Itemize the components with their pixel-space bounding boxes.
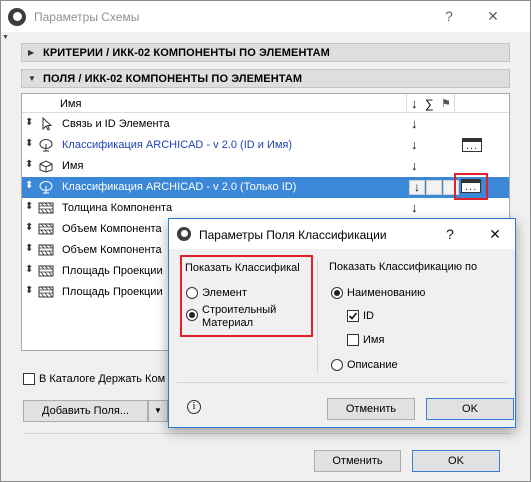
reorder-arrows-icon[interactable]: ⬍ [25, 201, 33, 212]
list-item[interactable]: ⬍ Имя ↓ [22, 156, 509, 177]
field-options-button[interactable]: ... [461, 179, 481, 193]
help-button[interactable]: ? [441, 8, 457, 24]
list-item-label: Классификация ARCHICAD - v 2.0 (ID и Имя… [62, 139, 293, 151]
info-icon[interactable]: i [187, 400, 201, 414]
add-fields-dropdown-button[interactable]: ▼ [148, 400, 168, 422]
reorder-arrows-icon[interactable]: ⬍ [25, 264, 33, 275]
building-material-radio[interactable] [186, 309, 198, 321]
description-radio[interactable] [331, 359, 343, 371]
close-button[interactable]: ✕ [485, 8, 501, 25]
add-fields-button[interactable]: Добавить Поля... [23, 400, 148, 422]
list-item-label: Объем Компонента [62, 244, 162, 256]
element-radio-label: Элемент [202, 287, 247, 299]
classification-field-dialog: Параметры Поля Классификации ? ✕ Показат… [168, 218, 516, 428]
list-item-label: Связь и ID Элемента [62, 118, 170, 130]
list-item-label: Площадь Проекции [62, 286, 163, 298]
building-material-radio-label: Строительный Материал [202, 304, 277, 329]
field-options-button[interactable]: ... [462, 138, 482, 152]
reorder-arrows-icon[interactable]: ⬍ [25, 180, 33, 191]
criteria-section-label: КРИТЕРИИ / ИКК-02 КОМПОНЕНТЫ ПО ЭЛЕМЕНТА… [43, 47, 330, 59]
title-bar: Параметры Схемы ? ✕ [1, 1, 530, 32]
divider [177, 382, 507, 383]
ok-button[interactable]: OK [412, 450, 500, 472]
sum-toggle[interactable] [426, 180, 442, 195]
keep-catalog-checkbox[interactable] [23, 373, 35, 385]
show-classification-group: Показать Классификаl Элемент Строительны… [180, 255, 313, 337]
sort-arrow-icon[interactable]: ↓ [411, 137, 418, 152]
resize-triangle-icon: ▼ [2, 34, 9, 41]
archicad-logo-icon [177, 227, 191, 241]
fields-section-header[interactable]: ▼ ПОЛЯ / ИКК-02 КОМПОНЕНТЫ ПО ЭЛЕМЕНТАМ [21, 69, 510, 88]
column-name-header: Имя [60, 98, 82, 110]
show-classification-heading: Показать Классификаl [185, 262, 300, 274]
reorder-arrows-icon[interactable]: ⬍ [25, 243, 33, 254]
dialog-cancel-button[interactable]: Отменить [327, 398, 415, 420]
reorder-arrows-icon[interactable]: ⬍ [25, 138, 33, 149]
id-checkbox[interactable] [347, 310, 359, 322]
list-item-selected[interactable]: ⬍ Классификация ARCHICAD - v 2.0 (Только… [22, 177, 509, 198]
by-name-radio[interactable] [331, 287, 343, 299]
archicad-logo-icon [8, 8, 26, 26]
name-checkbox[interactable] [347, 334, 359, 346]
sort-toggle[interactable]: ↓ [409, 180, 425, 195]
list-item[interactable]: ⬍ Классификация ARCHICAD - v 2.0 (ID и И… [22, 135, 509, 156]
layers-icon [38, 202, 54, 214]
check-icon [348, 312, 358, 320]
list-item-label: Толщина Компонента [62, 202, 173, 214]
divider [317, 259, 318, 374]
sort-column-header[interactable]: ↓ [411, 96, 418, 111]
layers-icon [38, 244, 54, 256]
fields-section-label: ПОЛЯ / ИКК-02 КОМПОНЕНТЫ ПО ЭЛЕМЕНТАМ [43, 73, 303, 85]
reorder-arrows-icon[interactable]: ⬍ [25, 222, 33, 233]
list-item[interactable]: ⬍ Связь и ID Элемента ↓ [22, 114, 509, 135]
layers-icon [38, 265, 54, 277]
element-radio[interactable] [186, 287, 198, 299]
keep-catalog-label: В Каталоге Держать Ком [39, 373, 166, 385]
list-item-label: Имя [62, 160, 84, 172]
reorder-arrows-icon[interactable]: ⬍ [25, 117, 33, 128]
flag-column-header[interactable]: ⚑ [441, 97, 451, 110]
divider [23, 433, 511, 434]
layers-icon [38, 286, 54, 298]
layers-icon [38, 223, 54, 235]
classification-tree-icon [39, 181, 53, 194]
by-name-radio-label: Наименованию [347, 287, 426, 299]
list-header: Имя ↓ ∑ ⚑ [22, 94, 509, 113]
dialog-title-bar: Параметры Поля Классификации ? ✕ [169, 219, 515, 249]
highlight-frame: ... [454, 173, 488, 200]
show-by-heading: Показать Классификацию по [329, 261, 478, 273]
dialog-title: Параметры Поля Классификации [199, 228, 387, 242]
collapse-arrow-icon: ▼ [28, 74, 36, 83]
sum-column-header[interactable]: ∑ [425, 97, 434, 111]
sort-arrow-icon[interactable]: ↓ [411, 116, 418, 131]
name-checkbox-label: Имя [363, 334, 385, 346]
list-item-label: Классификация ARCHICAD - v 2.0 (Только I… [62, 181, 297, 193]
cursor-icon [42, 117, 53, 131]
id-checkbox-label: ID [363, 310, 374, 322]
dialog-ok-button[interactable]: OK [426, 398, 514, 420]
sort-arrow-icon[interactable]: ↓ [411, 200, 418, 215]
element-3d-icon [39, 160, 53, 173]
window-title: Параметры Схемы [34, 10, 140, 24]
sort-arrow-icon[interactable]: ↓ [411, 158, 418, 173]
expand-arrow-icon: ▶ [28, 48, 35, 57]
list-item[interactable]: ⬍ Толщина Компонента ↓ [22, 198, 509, 219]
list-item-label: Объем Компонента [62, 223, 162, 235]
description-radio-label: Описание [347, 359, 398, 371]
dialog-close-button[interactable]: ✕ [487, 226, 503, 243]
list-item-label: Площадь Проекции [62, 265, 163, 277]
reorder-arrows-icon[interactable]: ⬍ [25, 285, 33, 296]
classification-tree-icon [39, 139, 53, 152]
cancel-button[interactable]: Отменить [314, 450, 401, 472]
dialog-help-button[interactable]: ? [442, 226, 458, 242]
criteria-section-header[interactable]: ▶ КРИТЕРИИ / ИКК-02 КОМПОНЕНТЫ ПО ЭЛЕМЕН… [21, 43, 510, 62]
reorder-arrows-icon[interactable]: ⬍ [25, 159, 33, 170]
